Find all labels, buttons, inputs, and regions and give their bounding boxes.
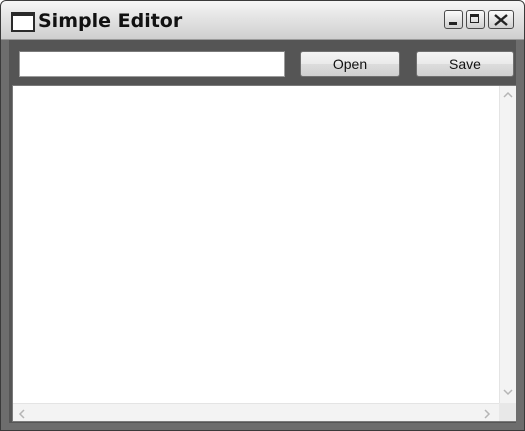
chevron-right-icon xyxy=(484,409,491,419)
minimize-button[interactable] xyxy=(444,10,463,29)
maximize-button[interactable] xyxy=(466,10,485,29)
horizontal-scrollbar[interactable] xyxy=(13,403,499,421)
title-bar[interactable]: Simple Editor xyxy=(1,1,524,40)
close-icon xyxy=(494,14,508,26)
editor-window: Simple Editor Open Save xyxy=(0,0,525,431)
client-area: Open Save xyxy=(9,40,516,423)
chevron-down-icon xyxy=(503,389,513,396)
vertical-scrollbar[interactable] xyxy=(499,86,516,403)
editor-textarea[interactable] xyxy=(13,86,499,403)
editor-container xyxy=(12,85,516,422)
scroll-down-button[interactable] xyxy=(500,385,516,401)
scroll-left-button[interactable] xyxy=(15,405,31,421)
window-icon xyxy=(11,12,35,32)
scrollbar-corner xyxy=(499,403,516,421)
scroll-up-button[interactable] xyxy=(500,87,516,103)
open-button[interactable]: Open xyxy=(300,51,400,77)
file-path-input[interactable] xyxy=(19,51,285,77)
chevron-up-icon xyxy=(503,91,513,98)
window-title: Simple Editor xyxy=(38,10,183,32)
close-button[interactable] xyxy=(488,10,514,29)
save-button[interactable]: Save xyxy=(416,51,514,77)
chevron-left-icon xyxy=(18,409,25,419)
scroll-right-button[interactable] xyxy=(481,405,497,421)
